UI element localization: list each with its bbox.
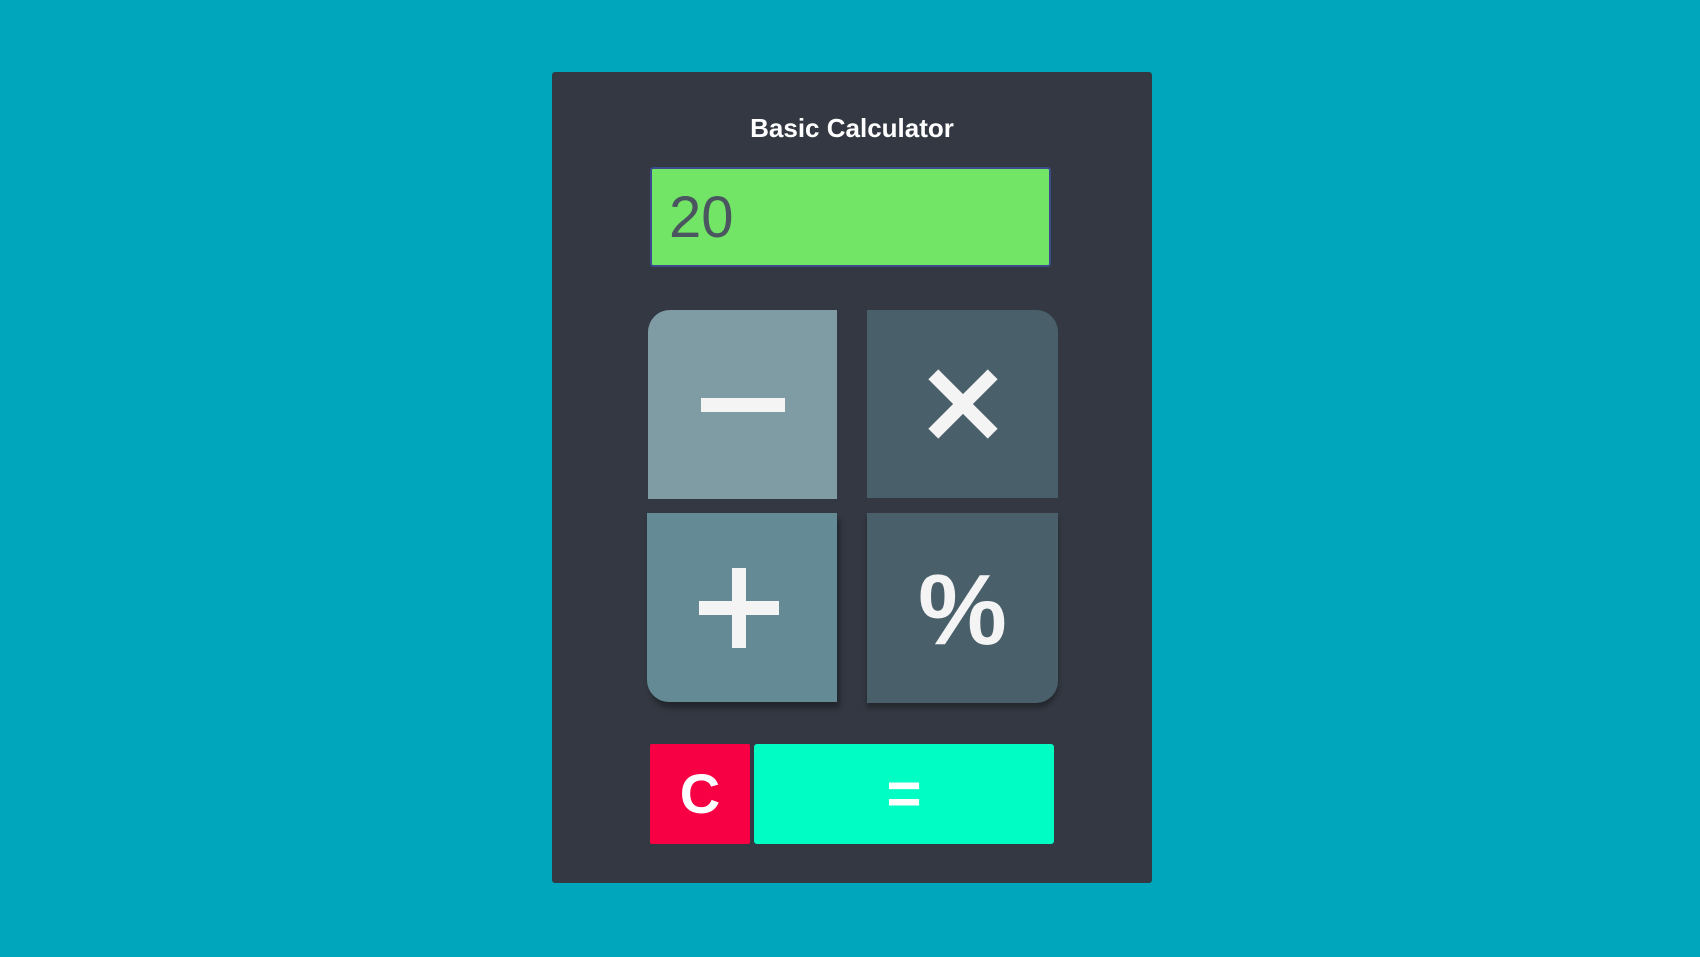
multiply-button[interactable] <box>867 310 1058 498</box>
percent-button[interactable]: % <box>867 513 1058 703</box>
plus-icon <box>699 567 779 648</box>
clear-button[interactable]: C <box>650 744 750 844</box>
percent-icon: % <box>918 554 1007 666</box>
plus-button[interactable] <box>647 513 837 702</box>
times-icon <box>925 366 1001 442</box>
calculator-display[interactable] <box>650 167 1051 267</box>
minus-button[interactable] <box>648 310 837 499</box>
equals-button[interactable]: = <box>754 744 1054 844</box>
minus-icon <box>700 397 785 412</box>
calculator-title: Basic Calculator <box>750 113 954 143</box>
